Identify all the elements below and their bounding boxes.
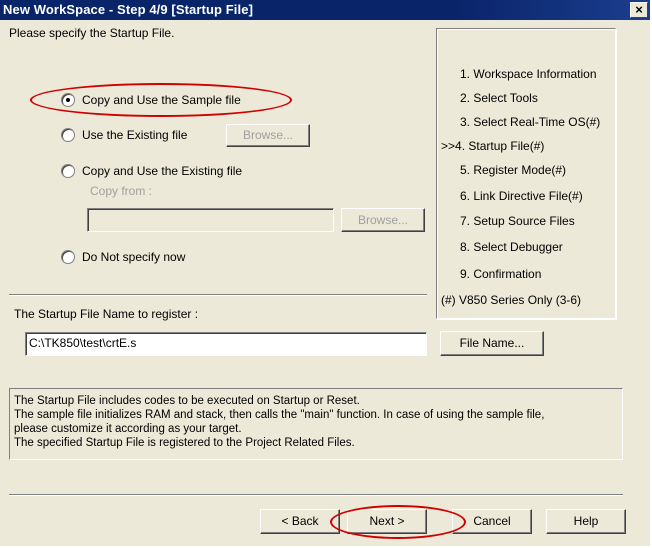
radio-copy-existing[interactable]: [61, 164, 75, 178]
copy-from-label: Copy from :: [90, 184, 153, 198]
step-6: 6. Link Directive File(#): [460, 189, 583, 203]
step-9: 9. Confirmation: [460, 267, 542, 281]
description-line-1: The Startup File includes codes to be ex…: [14, 395, 360, 407]
highlight-oval-copy-sample: [30, 83, 292, 117]
description-line-3: please customize it according as your ta…: [14, 423, 242, 435]
description-line-2: The sample file initializes RAM and stac…: [14, 409, 545, 421]
description-line-4: The specified Startup File is registered…: [14, 437, 355, 449]
step-4-current: >>4. Startup File(#): [441, 139, 545, 153]
step-1: 1. Workspace Information: [460, 67, 597, 81]
highlight-oval-next: [330, 505, 466, 539]
file-name-button[interactable]: File Name...: [440, 331, 544, 356]
description-box: The Startup File includes codes to be ex…: [9, 388, 623, 460]
help-button[interactable]: Help: [546, 509, 626, 534]
browse-existing-button[interactable]: Browse...: [226, 124, 310, 147]
step-3: 3. Select Real-Time OS(#): [460, 115, 601, 129]
radio-use-existing[interactable]: [61, 128, 75, 142]
workspace-wizard-dialog: New WorkSpace - Step 4/9 [Startup File] …: [0, 0, 651, 547]
footer-separator: [9, 494, 623, 496]
step-2: 2. Select Tools: [460, 91, 538, 105]
step-7: 7. Setup Source Files: [460, 214, 575, 228]
startup-name-input[interactable]: C:\TK850\test\crtE.s: [25, 332, 427, 356]
radio-use-existing-label[interactable]: Use the Existing file: [82, 128, 187, 142]
title-bar[interactable]: New WorkSpace - Step 4/9 [Startup File] …: [0, 0, 650, 20]
startup-name-label: The Startup File Name to register :: [14, 307, 199, 321]
back-button[interactable]: < Back: [260, 509, 340, 534]
close-icon: ×: [635, 2, 643, 17]
window-title: New WorkSpace - Step 4/9 [Startup File]: [3, 2, 253, 17]
close-button[interactable]: ×: [630, 2, 648, 18]
steps-footnote: (#) V850 Series Only (3-6): [441, 293, 582, 307]
radio-do-not-specify[interactable]: [61, 250, 75, 264]
radio-do-not-specify-label[interactable]: Do Not specify now: [82, 250, 185, 264]
copy-from-input[interactable]: [87, 208, 334, 232]
radio-copy-existing-label[interactable]: Copy and Use the Existing file: [82, 164, 242, 178]
browse-copy-button[interactable]: Browse...: [341, 208, 425, 232]
step-5: 5. Register Mode(#): [460, 163, 567, 177]
instruction-text: Please specify the Startup File.: [9, 26, 175, 40]
step-8: 8. Select Debugger: [460, 240, 563, 254]
options-separator: [9, 294, 427, 296]
